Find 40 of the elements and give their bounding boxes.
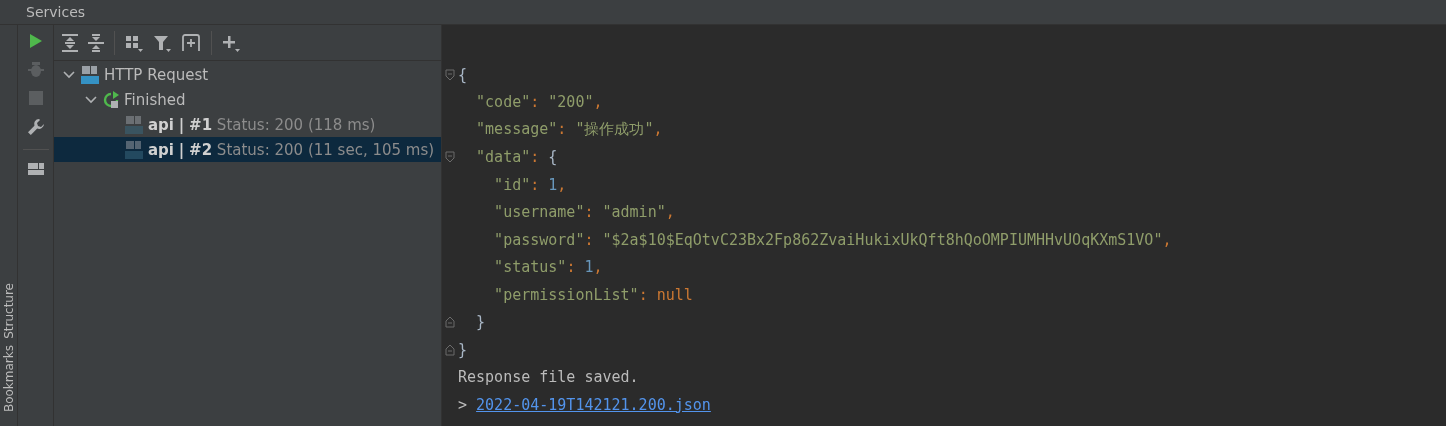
expand-all-icon[interactable]	[62, 33, 78, 52]
tree-item[interactable]: api | #1 Status: 200 (118 ms)	[54, 112, 441, 137]
code-line: "status": 1,	[493, 258, 603, 277]
add-service-icon[interactable]	[181, 33, 201, 52]
wrench-icon[interactable]	[26, 118, 45, 136]
tree-item[interactable]: api | #2 Status: 200 (11 sec, 105 ms)	[54, 137, 441, 162]
code-line: }	[458, 340, 468, 359]
panel-title: Services	[26, 4, 86, 20]
unfold-icon[interactable]	[445, 316, 455, 329]
add-icon[interactable]	[222, 33, 240, 52]
code-line: {	[458, 65, 468, 84]
fold-icon[interactable]	[445, 151, 455, 164]
api-icon	[80, 64, 100, 85]
refresh-icon	[102, 90, 120, 109]
side-tab[interactable]: Structure	[1, 283, 16, 339]
code-line: "code": "200",	[475, 93, 603, 112]
code-line: "id": 1,	[493, 175, 567, 194]
api-icon	[124, 114, 144, 135]
api-icon	[124, 139, 144, 160]
chevron-down-icon[interactable]	[63, 70, 75, 79]
code-line: "username": "admin",	[493, 203, 675, 222]
chevron-down-icon[interactable]	[85, 95, 97, 104]
file-link[interactable]: 2022-04-19T142121.200.json	[476, 395, 711, 414]
filter-icon[interactable]	[153, 33, 171, 52]
tree-item[interactable]: Finished	[54, 87, 441, 112]
prompt-marker: >	[458, 395, 468, 414]
code-line: "message": "操作成功",	[475, 120, 663, 140]
layout-icon[interactable]	[27, 163, 44, 175]
unfold-icon[interactable]	[445, 343, 455, 356]
code-line: "permissionList": null	[493, 285, 693, 304]
code-line: "password": "$2a$10$EqOtvC23Bx2Fp862ZvaiHukixUkQft8hQoOMPIUMHHvUOqKXmS1VO",	[493, 230, 1172, 249]
group-icon[interactable]	[125, 33, 143, 52]
console-message: Response file saved.	[458, 368, 639, 387]
code-line: }	[475, 313, 486, 332]
side-tab[interactable]: Bookmarks	[1, 344, 16, 412]
tree-item[interactable]: HTTP Request	[54, 62, 441, 87]
fold-icon[interactable]	[445, 68, 455, 81]
collapse-all-icon[interactable]	[88, 33, 104, 52]
run-icon[interactable]	[28, 33, 43, 49]
code-line: "data": {	[475, 148, 558, 167]
